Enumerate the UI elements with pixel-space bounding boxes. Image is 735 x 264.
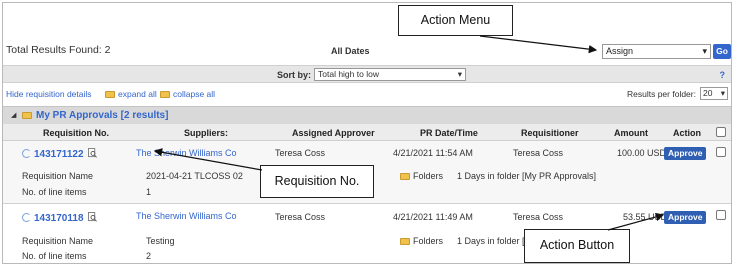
collapse-all-link[interactable]: collapse all [160, 89, 215, 99]
requisition-number[interactable]: 143171122 [22, 148, 97, 160]
total-results-text: Total Results Found: 2 [6, 44, 111, 56]
line-items-value: 2 [146, 251, 152, 261]
col-amount[interactable]: Amount [614, 128, 648, 138]
results-header: Total Results Found: 2 All Dates Assign … [3, 3, 731, 63]
refresh-icon [22, 149, 31, 158]
chevron-down-icon: ▾ [457, 69, 462, 79]
requisition-no-callout: Requisition No. [260, 165, 374, 198]
folder-header[interactable]: ◢ My PR Approvals [2 results] [3, 106, 731, 124]
folder-title[interactable]: My PR Approvals [2 results] [36, 110, 168, 121]
col-pr-date[interactable]: PR Date/Time [420, 128, 478, 138]
approve-button[interactable]: Approve [664, 147, 707, 160]
assigned-approver: Teresa Coss [275, 148, 326, 158]
requisition-name-value: Testing [146, 236, 175, 246]
row-checkbox[interactable] [716, 147, 726, 157]
line-items-label: No. of line items [22, 187, 87, 197]
approve-button[interactable]: Approve [664, 211, 707, 224]
sort-select[interactable]: Total high to low ▾ [314, 68, 466, 81]
sort-value: Total high to low [318, 69, 379, 79]
magnifier-icon[interactable] [87, 212, 97, 222]
table-header: Requisition No. Suppliers: Assigned Appr… [3, 124, 731, 141]
requisition-name-label: Requisition Name [22, 236, 94, 246]
folder-icon [160, 91, 170, 98]
requisitioner: Teresa Coss [513, 212, 564, 222]
line-items-label: No. of line items [22, 251, 87, 261]
col-assigned-approver[interactable]: Assigned Approver [292, 128, 375, 138]
amount: 100.00 USD [617, 148, 667, 158]
requisition-number-link[interactable]: 143170118 [34, 213, 84, 224]
action-menu-callout: Action Menu [398, 5, 513, 36]
folders-link[interactable]: Folders [400, 171, 443, 181]
folders-label: Folders [413, 171, 444, 181]
hide-details-link[interactable]: Hide requisition details [6, 89, 92, 99]
folders-link[interactable]: Folders [400, 236, 443, 246]
folders-label: Folders [413, 236, 444, 246]
requisitioner: Teresa Coss [513, 148, 564, 158]
expand-all-label: expand all [118, 89, 157, 99]
chevron-down-icon: ▾ [720, 88, 725, 98]
requisition-number-link[interactable]: 143171122 [34, 149, 84, 160]
chevron-down-icon: ▾ [702, 46, 707, 56]
sort-label: Sort by: [277, 70, 312, 80]
action-menu-select[interactable]: Assign ▾ [602, 44, 711, 59]
results-per-folder-value: 20 [703, 88, 713, 98]
requisition-number[interactable]: 143170118 [22, 212, 97, 224]
folder-icon [105, 91, 115, 98]
folder-icon [400, 173, 410, 180]
expand-all-link[interactable]: expand all [105, 89, 157, 99]
folder-icon [400, 238, 410, 245]
action-menu-value: Assign [606, 46, 634, 56]
folder-info: 1 Days in folder [My PR Approvals] [457, 171, 597, 181]
requisition-name-label: Requisition Name [22, 171, 94, 181]
supplier-link[interactable]: The Sherwin Williams Co [136, 148, 237, 158]
magnifier-icon[interactable] [87, 148, 97, 158]
folder-info: 1 Days in folder [M [457, 236, 533, 246]
collapse-all-label: collapse all [173, 89, 216, 99]
col-action: Action [673, 128, 701, 138]
amount: 53.55 USD [623, 212, 668, 222]
select-all-checkbox[interactable] [716, 127, 726, 137]
date-filter-label: All Dates [331, 46, 370, 56]
row-checkbox[interactable] [716, 210, 726, 220]
col-requisitioner[interactable]: Requisitioner [521, 128, 579, 138]
results-per-folder-select[interactable]: 20 ▾ [700, 87, 728, 100]
col-requisition-no[interactable]: Requisition No. [43, 128, 109, 138]
sort-bar: Sort by: Total high to low ▾ ? [3, 65, 731, 83]
pr-date: 4/21/2021 11:54 AM [393, 148, 473, 158]
help-link[interactable]: ? [720, 70, 726, 80]
line-items-value: 1 [146, 187, 152, 197]
requisition-name-value: 2021-04-21 TLCOSS 02 [146, 171, 243, 181]
results-per-folder-label: Results per folder: [627, 89, 696, 99]
results-panel: Total Results Found: 2 All Dates Assign … [2, 2, 732, 264]
supplier-link[interactable]: The Sherwin Williams Co [136, 211, 237, 221]
pr-date: 4/21/2021 11:49 AM [393, 212, 473, 222]
col-suppliers[interactable]: Suppliers: [184, 128, 228, 138]
detail-controls: Hide requisition details expand all coll… [3, 85, 731, 103]
go-button[interactable]: Go [713, 44, 731, 59]
refresh-icon [22, 213, 31, 222]
assigned-approver: Teresa Coss [275, 212, 326, 222]
triangle-icon[interactable]: ◢ [11, 111, 16, 119]
action-button-callout: Action Button [524, 229, 630, 263]
folder-icon [22, 112, 32, 119]
